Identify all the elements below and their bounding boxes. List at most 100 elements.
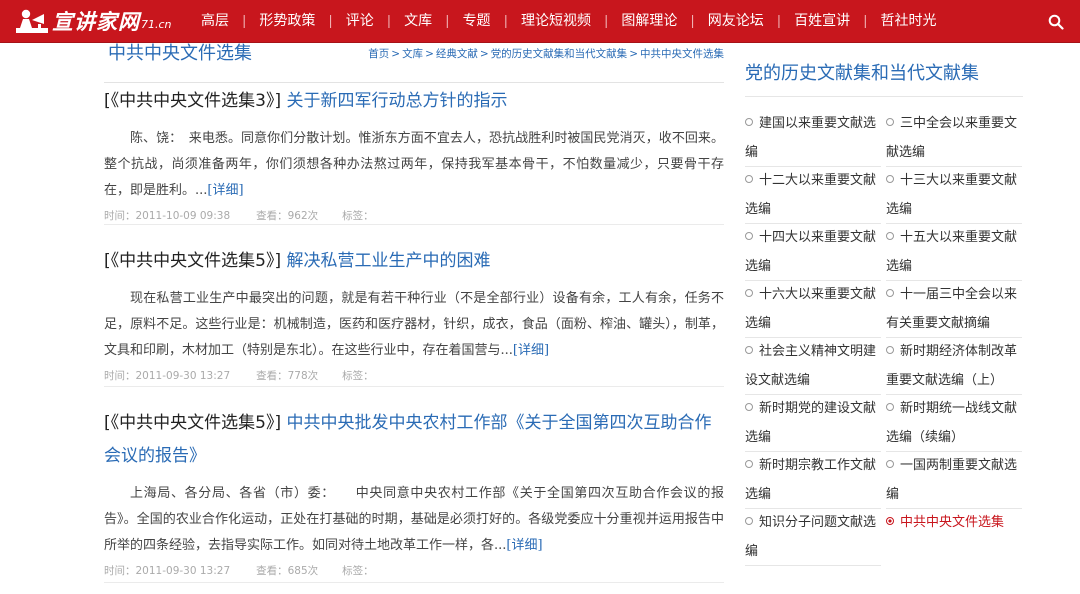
article-title-link[interactable]: 解决私营工业生产中的困难: [287, 251, 491, 271]
article-detail-link[interactable]: [详细]: [513, 343, 549, 358]
article-collection-open: [《: [104, 413, 120, 433]
bullet-icon: [886, 517, 894, 525]
breadcrumb-link-3[interactable]: 党的历史文献集和当代文献集: [491, 48, 628, 60]
bullet-icon: [886, 118, 894, 126]
nav-item-2[interactable]: 评论: [333, 0, 387, 43]
sidebar-item[interactable]: 社会主义精神文明建设文献选编: [745, 338, 881, 395]
meta-time-label: 时间：: [104, 370, 136, 382]
article-title: [《中共中央文件选集5》] 解决私营工业生产中的困难: [104, 245, 724, 278]
sidebar-item-label: 新时期统一战线文献选编（续编）: [886, 401, 1018, 445]
meta-time-value: 2011-10-09 09:38: [135, 210, 231, 222]
logo-domain: 71.cn: [141, 17, 172, 31]
breadcrumb-link-2[interactable]: 经典文献: [436, 48, 478, 60]
meta-time-label: 时间：: [104, 210, 136, 222]
breadcrumb: 首页 > 文库 > 经典文献 > 党的历史文献集和当代文献集 > 中共中央文件选集: [368, 46, 724, 61]
breadcrumb-link-4[interactable]: 中共中央文件选集: [640, 48, 724, 60]
article-detail-link[interactable]: [详细]: [506, 538, 542, 553]
sidebar-item-label: 社会主义精神文明建设文献选编: [745, 344, 877, 388]
sidebar-item-label: 十五大以来重要文献选编: [886, 230, 1018, 274]
meta-views-label: 查看：: [256, 370, 288, 382]
logo-icon: [14, 6, 50, 36]
breadcrumb-separator: >: [479, 48, 489, 60]
nav-item-0[interactable]: 高层: [188, 0, 242, 43]
nav-item-3[interactable]: 文库: [391, 0, 445, 43]
meta-time-value: 2011-09-30 13:27: [135, 370, 231, 382]
article-meta: 时间：2011-09-30 13:27 查看：778次 标签：: [104, 368, 724, 388]
article-summary-text: 现在私营工业生产中最突出的问题，就是有若干种行业（不是全部行业）设备有余，工人有…: [104, 291, 724, 358]
article-summary: 上海局、各分局、各省（市）委： 中央同意中央农村工作部《关于全国第四次互助合作会…: [104, 481, 724, 559]
article-list-column: 中共中央文件选集 首页 > 文库 > 经典文献 > 党的历史文献集和当代文献集 > 中共中央文件…: [104, 43, 724, 583]
bullet-icon: [745, 460, 753, 468]
search-icon: [1048, 14, 1064, 30]
bullet-icon: [886, 289, 894, 297]
sidebar-item[interactable]: 新时期经济体制改革重要文献选编（上）: [886, 338, 1022, 395]
sidebar-item-label: 十六大以来重要文献选编: [745, 287, 877, 331]
meta-tags-label: 标签：: [342, 210, 374, 222]
breadcrumb-separator: >: [629, 48, 638, 60]
article-collection-close: 》]: [265, 91, 287, 111]
sidebar-item-label: 十一届三中全会以来有关重要文献摘编: [886, 287, 1018, 331]
sidebar-item[interactable]: 新时期统一战线文献选编（续编）: [886, 395, 1022, 452]
article-detail-link[interactable]: [详细]: [207, 183, 243, 198]
article-collection-open: [《: [104, 91, 120, 111]
sidebar-item-label: 一国两制重要文献选编: [886, 458, 1018, 502]
bullet-icon: [886, 460, 894, 468]
bullet-icon: [745, 118, 753, 126]
article-collection-close: 》]: [265, 251, 287, 271]
site-logo[interactable]: 宣讲家网 71.cn: [14, 5, 172, 37]
sidebar-item-label: 新时期党的建设文献选编: [745, 401, 877, 445]
breadcrumb-link-1[interactable]: 文库: [402, 48, 423, 60]
breadcrumb-separator: >: [391, 48, 401, 60]
nav-item-6[interactable]: 图解理论: [608, 0, 690, 43]
sidebar-item-label: 十四大以来重要文献选编: [745, 230, 877, 274]
article-title-link[interactable]: 关于新四军行动总方针的指示: [287, 91, 508, 111]
nav-item-7[interactable]: 网友论坛: [695, 0, 777, 43]
article-title: [《中共中央文件选集5》] 中共中央批发中央农村工作部《关于全国第四次互助合作会…: [104, 407, 724, 473]
nav-item-5[interactable]: 理论短视频: [508, 0, 604, 43]
sidebar-divider: [745, 96, 1023, 97]
search-button[interactable]: [1032, 0, 1080, 43]
breadcrumb-link-0[interactable]: 首页: [368, 48, 389, 60]
bullet-icon: [745, 232, 753, 240]
article-summary: 陈、饶： 来电悉。同意你们分散计划。惟浙东方面不宜去人，恐抗战胜利时被国民党消灭…: [104, 126, 724, 204]
nav-item-9[interactable]: 哲社时光: [868, 0, 950, 43]
sidebar-item[interactable]: 十五大以来重要文献选编: [886, 224, 1022, 281]
bullet-icon: [886, 403, 894, 411]
sidebar-item[interactable]: 十一届三中全会以来有关重要文献摘编: [886, 281, 1022, 338]
article-item: [《中共中央文件选集5》] 中共中央批发中央农村工作部《关于全国第四次互助合作会…: [104, 407, 724, 583]
sidebar-item[interactable]: 中共中央文件选集: [886, 509, 1022, 539]
sidebar-item[interactable]: 新时期宗教工作文献选编: [745, 452, 881, 509]
sidebar-item[interactable]: 建国以来重要文献选编: [745, 110, 881, 167]
article-collection: 中共中央文件选集5: [119, 251, 266, 271]
nav-item-4[interactable]: 专题: [450, 0, 504, 43]
top-nav-bar: 宣讲家网 71.cn 高层 | 形势政策 | 评论 | 文库 | 专题 | 理论短视频 | 图解理论 | 网…: [0, 0, 1080, 43]
sidebar-item[interactable]: 三中全会以来重要文献选编: [886, 110, 1022, 167]
bullet-icon: [745, 403, 753, 411]
main-menu: 高层 | 形势政策 | 评论 | 文库 | 专题 | 理论短视频 | 图解理论 | 网友论坛 | 百姓宣讲 | 哲社…: [188, 0, 950, 43]
article-item: [《中共中央文件选集5》] 解决私营工业生产中的困难现在私营工业生产中最突出的问…: [104, 245, 724, 387]
sidebar-item[interactable]: 十六大以来重要文献选编: [745, 281, 881, 338]
sidebar-item[interactable]: 一国两制重要文献选编: [886, 452, 1022, 509]
meta-tags-label: 标签：: [342, 565, 374, 577]
nav-item-1[interactable]: 形势政策: [246, 0, 328, 43]
article-meta: 时间：2011-09-30 13:27 查看：685次 标签：: [104, 563, 724, 583]
sidebar-item-label: 知识分子问题文献选编: [745, 515, 877, 559]
bullet-icon: [886, 175, 894, 183]
meta-views-value: 962次: [287, 210, 319, 222]
bullet-icon: [745, 175, 753, 183]
article-title: [《中共中央文件选集3》] 关于新四军行动总方针的指示: [104, 85, 724, 118]
sidebar-item[interactable]: 知识分子问题文献选编: [745, 509, 881, 566]
bullet-icon: [745, 289, 753, 297]
logo-text: 宣讲家网: [52, 9, 140, 34]
bullet-icon: [886, 232, 894, 240]
sidebar-item[interactable]: 十四大以来重要文献选编: [745, 224, 881, 281]
sidebar-item-label: 三中全会以来重要文献选编: [886, 116, 1018, 160]
article-summary-text: 上海局、各分局、各省（市）委： 中央同意中央农村工作部《关于全国第四次互助合作会…: [104, 486, 724, 553]
bullet-icon: [886, 346, 894, 354]
sidebar-item[interactable]: 新时期党的建设文献选编: [745, 395, 881, 452]
sidebar-item[interactable]: 十三大以来重要文献选编: [886, 167, 1022, 224]
sidebar-item-label: 中共中央文件选集: [900, 515, 1005, 530]
article-collection: 中共中央文件选集5: [119, 413, 266, 433]
nav-item-8[interactable]: 百姓宣讲: [781, 0, 863, 43]
sidebar-item[interactable]: 十二大以来重要文献选编: [745, 167, 881, 224]
